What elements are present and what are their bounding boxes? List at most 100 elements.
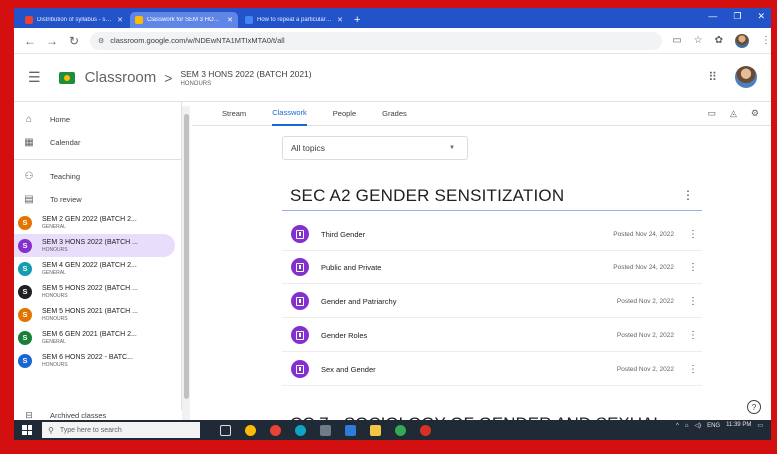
- sidebar-item-teaching[interactable]: ⚇ Teaching: [14, 165, 181, 188]
- sidebar-course-item[interactable]: S SEM 4 GEN 2022 (BATCH 2... GENERAL: [14, 257, 175, 280]
- assignment-row[interactable]: Public and Private Posted Nov 24, 2022 ⋮: [282, 251, 702, 284]
- taskbar-clock[interactable]: 11:39 PM: [726, 422, 751, 429]
- home-icon: ⌂: [25, 114, 33, 125]
- help-icon[interactable]: ?: [747, 400, 761, 414]
- assignment-posted-date: Posted Nov 2, 2022: [616, 331, 674, 339]
- browser-menu-icon[interactable]: ⋮: [761, 35, 771, 46]
- sidebar-scrollbar[interactable]: [182, 106, 190, 440]
- cast-icon[interactable]: ▭: [672, 35, 681, 46]
- taskbar-time: 11:39 PM: [726, 422, 752, 428]
- tray-chevron-icon[interactable]: ^: [676, 423, 679, 429]
- more-options-icon[interactable]: ⋮: [688, 330, 698, 341]
- url-field[interactable]: ⚙ classroom.google.com/w/NDEwNTA1MTIxMTA…: [90, 31, 663, 50]
- extensions-icon[interactable]: ✿: [715, 35, 723, 46]
- sidebar-course-item-selected[interactable]: S SEM 3 HONS 2022 (BATCH ... HONOURS: [14, 234, 175, 257]
- assignment-row[interactable]: Sex and Gender Posted Nov 2, 2022 ⋮: [282, 353, 702, 386]
- google-apps-icon[interactable]: ⠿: [708, 70, 717, 84]
- main-menu-icon[interactable]: ☰: [28, 69, 41, 86]
- more-options-icon[interactable]: ⋮: [688, 262, 698, 273]
- back-icon[interactable]: ←: [24, 34, 36, 48]
- google-icon: [245, 16, 253, 24]
- course-tabs: Stream Classwork People Grades ▭ ◬ ⚙: [192, 102, 771, 126]
- account-avatar[interactable]: [735, 66, 757, 88]
- windows-start-icon[interactable]: [22, 425, 32, 435]
- close-icon[interactable]: ✕: [337, 16, 343, 24]
- tab-classwork[interactable]: Classwork: [272, 102, 307, 126]
- sidebar: ⌂ Home ▦ Calendar ⚇ Teaching ▤ To review…: [14, 102, 182, 440]
- archive-icon: ⊟: [25, 409, 33, 420]
- assignment-title: Gender and Patriarchy: [321, 296, 397, 306]
- close-icon[interactable]: ✕: [117, 16, 123, 24]
- assignment-icon: [291, 225, 309, 243]
- minimize-icon[interactable]: —: [708, 11, 717, 22]
- settings-gear-icon[interactable]: ⚙: [751, 108, 759, 119]
- assignment-row[interactable]: Gender Roles Posted Nov 2, 2022 ⋮: [282, 319, 702, 352]
- close-icon[interactable]: ✕: [227, 16, 233, 24]
- file-explorer-icon[interactable]: [370, 424, 381, 436]
- more-options-icon[interactable]: ⋮: [688, 364, 698, 375]
- topic-more-options-icon[interactable]: ⋮: [682, 188, 694, 202]
- sidebar-course-item[interactable]: S SEM 6 HONS 2022 - BATC... HONOURS: [14, 349, 175, 372]
- app-title[interactable]: Classroom: [85, 69, 157, 86]
- sidebar-item-calendar[interactable]: ▦ Calendar: [14, 131, 181, 154]
- chrome-app-icon[interactable]: [270, 424, 281, 436]
- assignment-row[interactable]: Third Gender Posted Nov 24, 2022 ⋮: [282, 218, 702, 251]
- store-app-icon[interactable]: [345, 424, 356, 436]
- sidebar-course-item[interactable]: S SEM 6 GEN 2021 (BATCH 2... GENERAL: [14, 326, 175, 349]
- more-options-icon[interactable]: ⋮: [688, 229, 698, 240]
- more-options-icon[interactable]: ⋮: [688, 296, 698, 307]
- sidebar-item-archived[interactable]: ⊟ Archived classes: [14, 410, 182, 420]
- assignment-posted-date: Posted Nov 24, 2022: [613, 263, 674, 271]
- opera-app-icon[interactable]: [420, 424, 431, 436]
- assignment-row[interactable]: Gender and Patriarchy Posted Nov 2, 2022…: [282, 285, 702, 318]
- review-folder-icon: ▤: [24, 194, 34, 205]
- course-name: SEM 4 GEN 2022 (BATCH 2...: [42, 261, 137, 269]
- bookmark-star-icon[interactable]: ☆: [694, 35, 703, 46]
- reload-icon[interactable]: ↻: [68, 34, 80, 48]
- volume-icon[interactable]: ◁): [694, 422, 701, 429]
- tab-stream[interactable]: Stream: [222, 102, 246, 126]
- tab-people[interactable]: People: [333, 102, 356, 126]
- sidebar-course-item[interactable]: S SEM 2 GEN 2022 (BATCH 2... GENERAL: [14, 211, 175, 234]
- forward-icon[interactable]: →: [46, 34, 58, 48]
- browser-tab-label: Classwork for SEM 3 HONS 20...: [147, 17, 223, 23]
- new-tab-button[interactable]: +: [354, 12, 360, 28]
- sidebar-course-item[interactable]: S SEM 5 HONS 2022 (BATCH ... HONOURS: [14, 280, 175, 303]
- taskbar-search-field[interactable]: ⚲ Type here to search: [42, 422, 200, 438]
- notifications-icon[interactable]: ▭: [757, 422, 763, 429]
- chrome-app-icon[interactable]: [245, 424, 256, 436]
- calculator-app-icon[interactable]: [320, 424, 331, 436]
- course-avatar: S: [18, 307, 32, 322]
- classroom-logo[interactable]: [58, 71, 75, 84]
- sidebar-item-to-review[interactable]: ▤ To review: [14, 188, 181, 211]
- calendar-icon[interactable]: ▭: [707, 108, 716, 119]
- breadcrumb[interactable]: SEM 3 HONS 2022 (BATCH 2021) HONOURS: [180, 69, 311, 87]
- taskbar-apps: [220, 424, 431, 436]
- sidebar-scrollbar-thumb[interactable]: [184, 114, 189, 399]
- sidebar-course-item[interactable]: S SEM 5 HONS 2021 (BATCH ... HONOURS: [14, 303, 175, 326]
- site-info-icon[interactable]: ⚙: [98, 37, 104, 45]
- system-tray: ^ ⌂ ◁) ENG 11:39 PM ▭: [676, 422, 763, 429]
- classwork-main: Stream Classwork People Grades ▭ ◬ ⚙ All…: [192, 102, 771, 440]
- tab-grades[interactable]: Grades: [382, 102, 407, 126]
- drive-folder-icon[interactable]: ◬: [730, 108, 737, 119]
- topic-filter-value: All topics: [291, 143, 326, 153]
- network-icon[interactable]: ⌂: [685, 423, 689, 429]
- close-window-icon[interactable]: ✕: [757, 11, 765, 22]
- browser-tab-3[interactable]: How to repeat a particular text ✕: [240, 12, 348, 28]
- browser-tab-2[interactable]: Classwork for SEM 3 HONS 20... ✕: [130, 12, 238, 28]
- assignment-icon: [291, 360, 309, 378]
- edge-app-icon[interactable]: [295, 424, 306, 436]
- course-avatar: S: [18, 238, 32, 253]
- sidebar-item-home[interactable]: ⌂ Home: [14, 108, 181, 131]
- topic-filter-select[interactable]: All topics ▼: [282, 136, 468, 160]
- course-section: GENERAL: [42, 338, 66, 345]
- course-name: SEM 3 HONS 2022 (BATCH ...: [42, 238, 138, 246]
- task-view-icon[interactable]: [220, 424, 231, 436]
- maximize-icon[interactable]: ❐: [733, 11, 741, 22]
- profile-avatar[interactable]: [735, 33, 749, 48]
- language-indicator[interactable]: ENG: [707, 423, 720, 429]
- chrome-app-icon[interactable]: [395, 424, 406, 436]
- browser-tab-1[interactable]: Distribution of syllabus - sath... ✕: [20, 12, 128, 28]
- calendar-icon: ▦: [24, 137, 34, 148]
